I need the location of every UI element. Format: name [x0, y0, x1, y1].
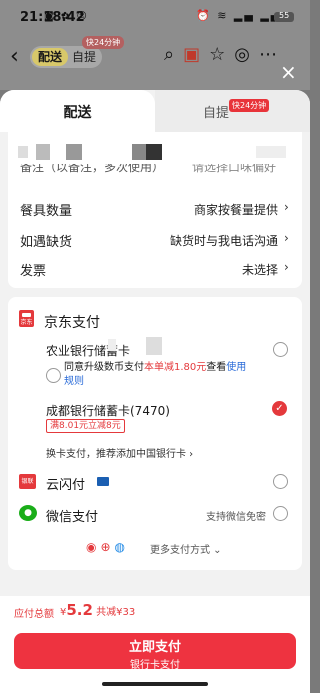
battery-icon: 55 — [274, 11, 294, 22]
remark-value: 请选择口味偏好 — [192, 164, 277, 174]
checkbox-upgrade[interactable] — [46, 368, 61, 383]
radio-yunshanfu[interactable] — [273, 474, 288, 489]
pay-method-label: 银行卡支付 — [130, 660, 180, 671]
card-redacted — [146, 337, 162, 355]
tab-pickup[interactable]: 自提 — [203, 102, 229, 121]
address-redacted — [66, 144, 82, 160]
huabei-icon: ◉ — [86, 540, 101, 554]
pay-now-button[interactable]: 立即支付 银行卡支付 — [14, 633, 296, 671]
change-card-link[interactable]: 换卡支付，推荐添加中国银行卡 › — [46, 445, 193, 460]
yunshanfu-title[interactable]: 云闪付 — [46, 474, 85, 493]
total-label: 应付总额 — [14, 609, 54, 620]
address-redacted — [146, 144, 162, 160]
invoice-value[interactable]: 未选择 — [150, 261, 278, 278]
chevron-right-icon[interactable]: › — [284, 260, 289, 274]
tab-delivery[interactable]: 配送 — [0, 102, 155, 122]
mode-pickup[interactable]: 自提 — [72, 48, 96, 66]
pickup-speed-tag: 快24分钟 — [82, 36, 125, 49]
yuan-icon: ⊕ — [100, 540, 115, 554]
chevron-right-icon[interactable]: › — [284, 231, 289, 245]
wechat-note: 支持微信免密 — [206, 512, 266, 523]
radio-chengdu-bank-selected[interactable]: ✓ — [272, 401, 287, 416]
address-redacted — [256, 146, 286, 158]
more-pay-icons: ◉⊕◍ — [86, 540, 129, 554]
method-abc-bank[interactable]: 农业银行储蓄卡 — [46, 342, 130, 359]
pay-now-label: 立即支付 — [128, 640, 181, 655]
chevron-right-icon[interactable]: › — [284, 200, 289, 214]
coupon-icon[interactable]: ▣ — [183, 44, 209, 65]
upgrade-note[interactable]: 同意升级数币支付本单减1.80元查看使用规则 — [64, 361, 254, 389]
address-redacted — [132, 144, 146, 160]
wechat-pay-title[interactable]: 微信支付 — [46, 506, 98, 525]
signal-icons: ⏰ ≋ ▂▄ ▂▄ — [196, 9, 282, 22]
yunshanfu-logo: 银联 — [19, 474, 36, 489]
more-payment-link[interactable]: 更多支付方式 ⌄ — [150, 541, 222, 556]
radio-abc-bank[interactable] — [273, 342, 288, 357]
address-redacted — [18, 146, 28, 158]
notification-icons: ◙ ✿ ☺ — [44, 11, 89, 22]
invoice-label: 发票 — [20, 264, 47, 279]
total-amount: ¥5.2 共减¥33 — [60, 601, 136, 619]
jd-pay-title: 京东支付 — [44, 315, 100, 331]
close-icon[interactable]: × — [280, 60, 297, 84]
unionpay-icon — [97, 477, 109, 486]
home-indicator — [102, 682, 208, 686]
radio-wechat-pay[interactable] — [273, 506, 288, 521]
star-icon[interactable]: ☆ — [209, 44, 234, 65]
utensils-label: 餐具数量 — [20, 204, 73, 219]
alipay-icon: ◍ — [114, 540, 130, 554]
header-actions[interactable]: ⌕▣☆◎⋯ — [164, 44, 286, 65]
address-redacted — [36, 144, 50, 160]
card-redacted — [108, 339, 116, 351]
method-chengdu-bank[interactable]: 成都银行储蓄卡(7470) — [46, 402, 170, 419]
remark-row[interactable]: 备注（以备注，多次使用） 请选择口味偏好 — [20, 164, 300, 178]
jd-pay-logo: 京东 — [19, 310, 34, 327]
wechat-pay-logo: ● — [19, 505, 37, 521]
mode-delivery[interactable]: 配送 — [32, 48, 68, 66]
search-icon[interactable]: ⌕ — [164, 44, 183, 65]
out-of-stock-value[interactable]: 缺货时与我电话沟通 — [150, 232, 278, 249]
back-arrow-icon[interactable]: ‹ — [10, 44, 19, 69]
message-icon[interactable]: ◎ — [234, 44, 259, 65]
utensils-value[interactable]: 商家按餐量提供 — [150, 201, 278, 218]
out-of-stock-label: 如遇缺货 — [20, 235, 73, 250]
remark-label: 备注（以备注，多次使用） — [20, 164, 165, 174]
promo-tag: 满8.01元立减8元 — [46, 419, 125, 433]
tab-pickup-tag: 快24分钟 — [229, 99, 270, 112]
